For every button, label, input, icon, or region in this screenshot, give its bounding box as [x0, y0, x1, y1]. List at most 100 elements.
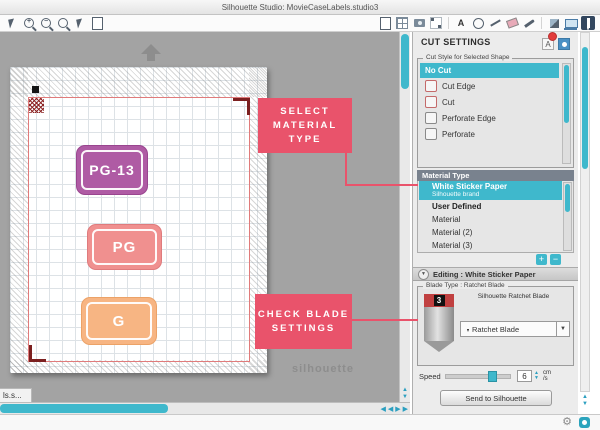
document-tab[interactable]: ls.s...: [0, 388, 32, 402]
blade-tip: [424, 341, 454, 352]
open-page-icon[interactable]: [378, 16, 392, 30]
design-canvas[interactable]: PG-13 PG G silhouette ▲ ▼ ls.s... ◀ ◀ ▶ ▶: [0, 32, 410, 414]
registration-mark-topright: [233, 98, 250, 115]
cut-style-option-cut-edge[interactable]: Cut Edge: [420, 78, 559, 94]
scrollbar-arrows[interactable]: ▲ ▼: [400, 387, 410, 401]
cut-style-scrollbar[interactable]: [562, 63, 571, 164]
blade-cap: 3: [424, 294, 454, 307]
material-list-scrollbar[interactable]: [563, 182, 572, 251]
material-option-material[interactable]: Material: [419, 213, 562, 226]
panel-menu-icon[interactable]: [558, 38, 570, 50]
material-type-header: Material Type: [417, 170, 574, 181]
send-to-silhouette-button[interactable]: Send to Silhouette: [440, 390, 552, 406]
blade-depth-number: 3: [433, 295, 445, 306]
label-shape-pg13[interactable]: PG-13: [76, 145, 148, 195]
cut-icon: [425, 96, 437, 108]
fill-color-icon[interactable]: [547, 16, 561, 30]
status-bar: ⚙: [0, 414, 600, 430]
callout-connector: [345, 184, 418, 186]
speed-stepper[interactable]: ▲ ▼: [534, 371, 539, 381]
zoom-out-icon[interactable]: −: [39, 16, 53, 30]
panel-scrollbar-arrows[interactable]: ▲ ▼: [580, 394, 590, 408]
blade-product-name: Silhouette Ratchet Blade: [477, 293, 550, 300]
material-option-white-sticker-paper[interactable]: White Sticker Paper Silhouette brand: [419, 181, 562, 200]
notification-dot: [548, 32, 557, 41]
fit-to-page-icon[interactable]: [90, 16, 104, 30]
cut-style-option-perforate[interactable]: Perforate: [420, 126, 559, 142]
text-tool-icon[interactable]: A: [454, 16, 468, 30]
blade-type-dropdown[interactable]: Ratchet Blade ▼: [460, 321, 570, 337]
registration-marks-icon[interactable]: [429, 16, 443, 30]
material-option-material-3[interactable]: Material (3): [419, 239, 562, 252]
callout-select-material-type: SELECT MATERIAL TYPE: [258, 98, 352, 153]
scrollbar-arrows[interactable]: ◀ ◀ ▶ ▶: [380, 403, 408, 414]
grid-options-icon[interactable]: [395, 16, 409, 30]
blade-body: [424, 307, 454, 341]
cut-style-legend: Cut Style for Selected Shape: [423, 54, 513, 61]
eraser-tool-icon[interactable]: [505, 16, 519, 30]
blade-dropdown-value: Ratchet Blade: [472, 324, 520, 334]
main-toolbar: + − A: [0, 15, 600, 32]
panel-vertical-scrollbar[interactable]: [580, 32, 590, 392]
speed-setting-row: Speed 6 ▲ ▼ cm/s: [419, 368, 575, 384]
send-to-silhouette-icon[interactable]: [563, 16, 578, 30]
scrollbar-thumb[interactable]: [401, 34, 409, 89]
drag-zoom-icon[interactable]: [56, 16, 70, 30]
speed-slider[interactable]: [445, 370, 511, 382]
speed-label: Speed: [419, 371, 441, 381]
scrollbar-thumb[interactable]: [582, 47, 588, 169]
cut-style-group: Cut Style for Selected Shape No Cut Cut …: [417, 54, 574, 168]
editing-material-bar[interactable]: ▼ Editing : White Sticker Paper: [413, 267, 579, 281]
remove-material-button[interactable]: −: [550, 253, 561, 265]
color-theme-icon[interactable]: [579, 417, 590, 428]
blade-type-legend: Blade Type : Ratchet Blade: [423, 282, 508, 289]
label-shape-g[interactable]: G: [81, 297, 157, 345]
speed-slider-handle[interactable]: [488, 370, 497, 382]
page-orientation-arrow-icon: [138, 44, 164, 62]
label-text: PG-13: [89, 162, 135, 178]
collapse-icon: ▼: [418, 268, 429, 280]
scrollbar-thumb[interactable]: [0, 404, 168, 413]
canvas-horizontal-scrollbar[interactable]: ◀ ◀ ▶ ▶: [0, 402, 410, 414]
margin-hatch-top: [10, 67, 267, 97]
panel-scroll-gutter: ▲ ▼: [578, 32, 600, 414]
preferences-gear-icon[interactable]: ⚙: [562, 417, 572, 428]
material-list-controls: + −: [417, 253, 574, 265]
panel-title: CUT SETTINGS: [421, 37, 491, 47]
pixscan-icon[interactable]: [412, 16, 426, 30]
material-option-user-defined[interactable]: User Defined: [419, 200, 562, 213]
speed-units: cm/s: [542, 370, 551, 382]
document-tab-label: ls.s...: [3, 391, 22, 400]
cut-settings-icon[interactable]: [581, 16, 595, 31]
zoom-in-icon[interactable]: +: [22, 16, 36, 30]
knife-tool-icon[interactable]: [522, 16, 536, 30]
canvas-vertical-scrollbar[interactable]: ▲ ▼: [399, 32, 410, 402]
material-option-material-2[interactable]: Material (2): [419, 226, 562, 239]
callout-connector: [345, 152, 347, 186]
draw-line-icon[interactable]: [488, 16, 502, 30]
scrollbar-thumb[interactable]: [565, 184, 570, 212]
margin-hatch-left: [10, 67, 28, 373]
registration-mark-bottomleft: [29, 345, 46, 362]
speed-value-field[interactable]: 6: [517, 370, 532, 382]
cut-style-list: No Cut Cut Edge Cut Perforate Edge Perfo…: [420, 63, 559, 165]
draw-ellipse-icon[interactable]: [471, 16, 485, 30]
label-text: G: [112, 312, 126, 330]
zoom-cursor-icon[interactable]: [5, 16, 19, 30]
select-tool-icon[interactable]: [73, 16, 87, 30]
perforate-icon: [425, 128, 437, 140]
add-material-button[interactable]: +: [536, 253, 547, 265]
label-shape-pg[interactable]: PG: [87, 224, 162, 270]
dropdown-arrow-icon[interactable]: ▼: [556, 322, 569, 336]
perforate-edge-icon: [425, 112, 437, 124]
design-page[interactable]: PG-13 PG G: [10, 67, 267, 373]
ratchet-blade-image: 3: [424, 294, 454, 352]
label-text: PG: [112, 238, 137, 256]
scrollbar-thumb[interactable]: [564, 65, 569, 123]
cut-style-option-cut[interactable]: Cut: [420, 94, 559, 110]
app-window: Silhouette Studio: MovieCaseLabels.studi…: [0, 0, 600, 430]
cut-style-option-no-cut[interactable]: No Cut: [420, 63, 559, 78]
cut-style-option-perforate-edge[interactable]: Perforate Edge: [420, 110, 559, 126]
registration-mark-topleft: [29, 98, 44, 113]
toolbar-divider: [448, 17, 449, 29]
